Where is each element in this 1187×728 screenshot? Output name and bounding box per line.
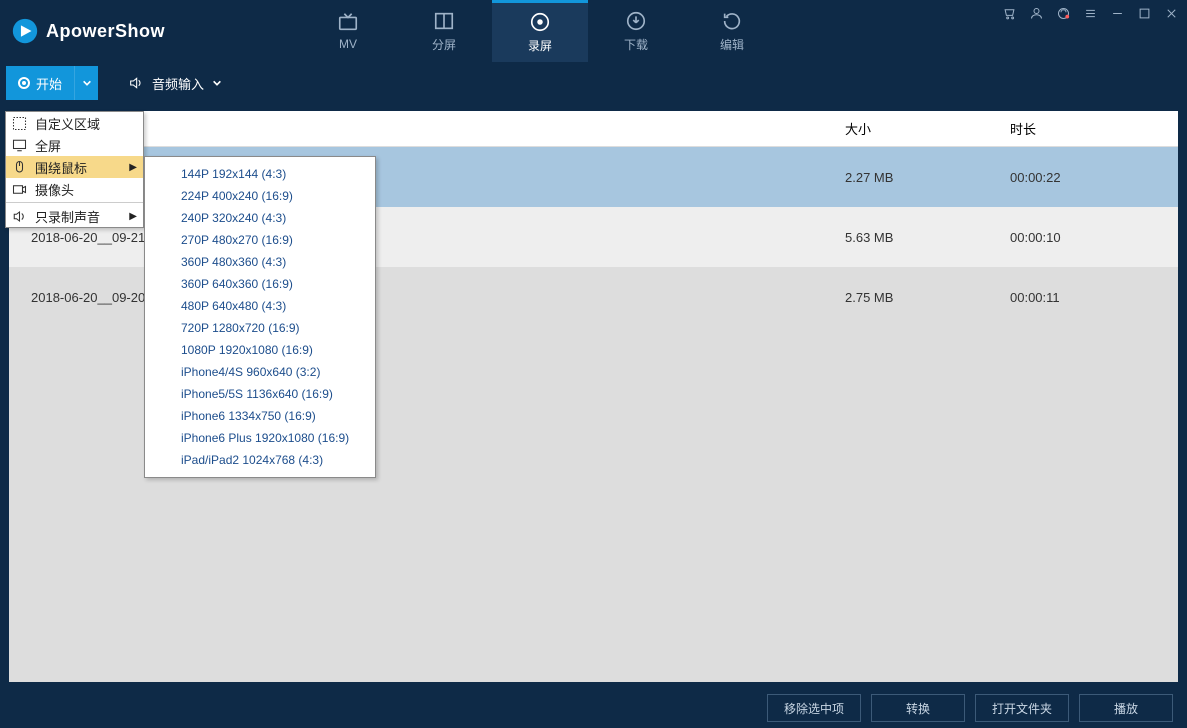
close-icon[interactable] [1164, 6, 1179, 21]
select-area-icon [12, 116, 27, 131]
resolution-submenu: 144P 192x144 (4:3) 224P 400x240 (16:9) 2… [144, 156, 376, 478]
resolution-option[interactable]: iPhone5/5S 1136x640 (16:9) [145, 383, 375, 405]
submenu-arrow-icon: ▶ [129, 162, 137, 173]
tab-edit[interactable]: 编辑 [684, 0, 780, 62]
open-folder-button[interactable]: 打开文件夹 [975, 694, 1069, 722]
record-dot-icon [18, 77, 30, 89]
menu-item-audio-only[interactable]: 只录制声音 ▶ [6, 205, 143, 227]
edit-icon [721, 10, 743, 32]
start-button-group: 开始 [6, 66, 98, 100]
play-button[interactable]: 播放 [1079, 694, 1173, 722]
resolution-option[interactable]: iPhone6 1334x750 (16:9) [145, 405, 375, 427]
tab-record[interactable]: 录屏 [492, 0, 588, 62]
cart-icon[interactable] [1002, 6, 1017, 21]
record-mode-menu: 自定义区域 全屏 围绕鼠标 ▶ 摄像头 只录制声音 ▶ [5, 111, 144, 228]
resolution-option[interactable]: 144P 192x144 (4:3) [145, 163, 375, 185]
record-icon [529, 11, 551, 33]
submenu-arrow-icon: ▶ [129, 211, 137, 222]
maximize-icon[interactable] [1137, 6, 1152, 21]
camera-icon [12, 182, 27, 197]
main-tabs: MV 分屏 录屏 下载 编辑 [300, 0, 780, 62]
brand: ApowerShow [0, 18, 165, 44]
resolution-option[interactable]: 480P 640x480 (4:3) [145, 295, 375, 317]
chevron-down-icon [212, 78, 222, 88]
footer-actions: 移除选中项 转换 打开文件夹 播放 [0, 688, 1187, 728]
tab-mv[interactable]: MV [300, 0, 396, 62]
menu-item-fullscreen[interactable]: 全屏 [6, 134, 143, 156]
mouse-icon [12, 160, 27, 175]
tv-icon [337, 11, 359, 33]
start-record-button[interactable]: 开始 [6, 66, 74, 100]
monitor-icon [12, 138, 27, 153]
audio-icon [12, 209, 27, 224]
speaker-icon [128, 75, 144, 91]
chevron-down-icon [82, 78, 92, 88]
app-logo-icon [12, 18, 38, 44]
window-controls [1002, 6, 1179, 21]
menu-item-around-mouse[interactable]: 围绕鼠标 ▶ [6, 156, 143, 178]
convert-button[interactable]: 转换 [871, 694, 965, 722]
table-header-size[interactable]: 大小 [845, 119, 1010, 138]
table-header: 大小 时长 [9, 111, 1178, 147]
resolution-option[interactable]: iPhone6 Plus 1920x1080 (16:9) [145, 427, 375, 449]
tab-download[interactable]: 下载 [588, 0, 684, 62]
title-bar: ApowerShow MV 分屏 录屏 下载 编辑 [0, 0, 1187, 62]
download-icon [625, 10, 647, 32]
support-icon[interactable] [1056, 6, 1071, 21]
menu-separator [6, 202, 143, 203]
start-dropdown-toggle[interactable] [74, 66, 98, 100]
resolution-option[interactable]: 720P 1280x720 (16:9) [145, 317, 375, 339]
tab-split-screen[interactable]: 分屏 [396, 0, 492, 62]
remove-selected-button[interactable]: 移除选中项 [767, 694, 861, 722]
audio-input-select[interactable]: 音频输入 [128, 74, 222, 93]
split-icon [433, 10, 455, 32]
resolution-option[interactable]: 360P 480x360 (4:3) [145, 251, 375, 273]
resolution-option[interactable]: 1080P 1920x1080 (16:9) [145, 339, 375, 361]
menu-item-custom-area[interactable]: 自定义区域 [6, 112, 143, 134]
minimize-icon[interactable] [1110, 6, 1125, 21]
resolution-option[interactable]: iPad/iPad2 1024x768 (4:3) [145, 449, 375, 471]
menu-item-camera[interactable]: 摄像头 [6, 178, 143, 200]
resolution-option[interactable]: 224P 400x240 (16:9) [145, 185, 375, 207]
resolution-option[interactable]: 360P 640x360 (16:9) [145, 273, 375, 295]
record-toolbar: 开始 音频输入 [0, 62, 1187, 104]
resolution-option[interactable]: 270P 480x270 (16:9) [145, 229, 375, 251]
resolution-option[interactable]: iPhone4/4S 960x640 (3:2) [145, 361, 375, 383]
user-icon[interactable] [1029, 6, 1044, 21]
app-name: ApowerShow [46, 21, 165, 42]
table-header-duration[interactable]: 时长 [1010, 119, 1178, 138]
resolution-option[interactable]: 240P 320x240 (4:3) [145, 207, 375, 229]
menu-icon[interactable] [1083, 6, 1098, 21]
